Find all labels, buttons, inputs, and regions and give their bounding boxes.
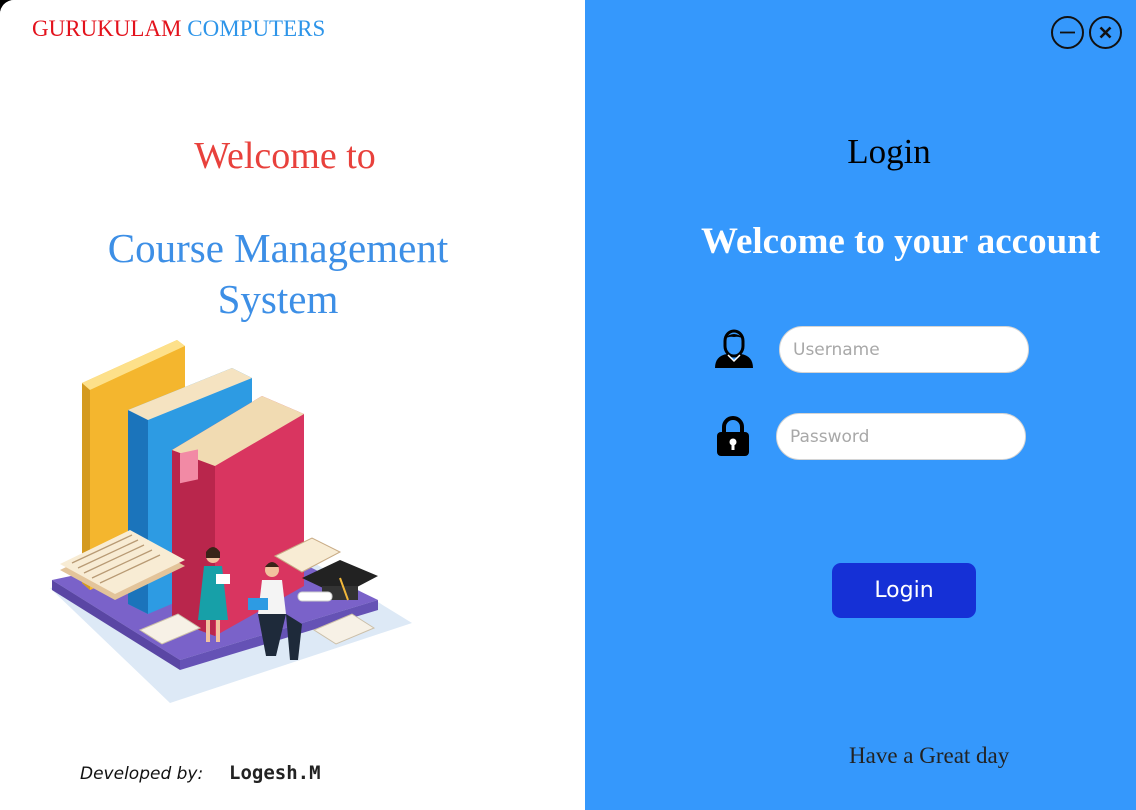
left-panel: GURUKULAM COMPUTERS Welcome to Course Ma… bbox=[0, 0, 585, 810]
lock-icon bbox=[717, 416, 749, 456]
minimize-icon bbox=[1060, 31, 1075, 34]
username-input[interactable] bbox=[779, 326, 1029, 373]
close-button[interactable] bbox=[1089, 16, 1122, 49]
have-a-great-day-text: Have a Great day bbox=[849, 743, 1010, 768]
developer-name: Logesh.M bbox=[229, 762, 321, 784]
account-welcome-message: Welcome to your account bbox=[701, 221, 1101, 262]
welcome-to-text: Welcome to bbox=[194, 135, 376, 177]
app-title: Course Management System bbox=[60, 223, 496, 325]
app-title-line2: System bbox=[217, 276, 339, 322]
app-title-line1: Course Management bbox=[107, 225, 449, 271]
user-icon bbox=[715, 329, 753, 368]
close-icon bbox=[1099, 26, 1112, 39]
developed-by-label: Developed by: bbox=[80, 764, 204, 784]
books-students-illustration bbox=[50, 340, 412, 703]
login-window: GURUKULAM COMPUTERS Welcome to Course Ma… bbox=[0, 0, 1136, 810]
password-input[interactable] bbox=[776, 413, 1026, 460]
brand-part-computers: COMPUTERS bbox=[187, 16, 326, 41]
minimize-button[interactable] bbox=[1051, 16, 1084, 49]
brand-part-gurukulam: GURUKULAM bbox=[32, 16, 182, 41]
brand-name: GURUKULAM COMPUTERS bbox=[32, 16, 325, 42]
right-panel: Login Welcome to your account Login Have… bbox=[585, 0, 1136, 810]
login-heading: Login bbox=[847, 132, 931, 171]
login-button[interactable]: Login bbox=[832, 563, 976, 618]
